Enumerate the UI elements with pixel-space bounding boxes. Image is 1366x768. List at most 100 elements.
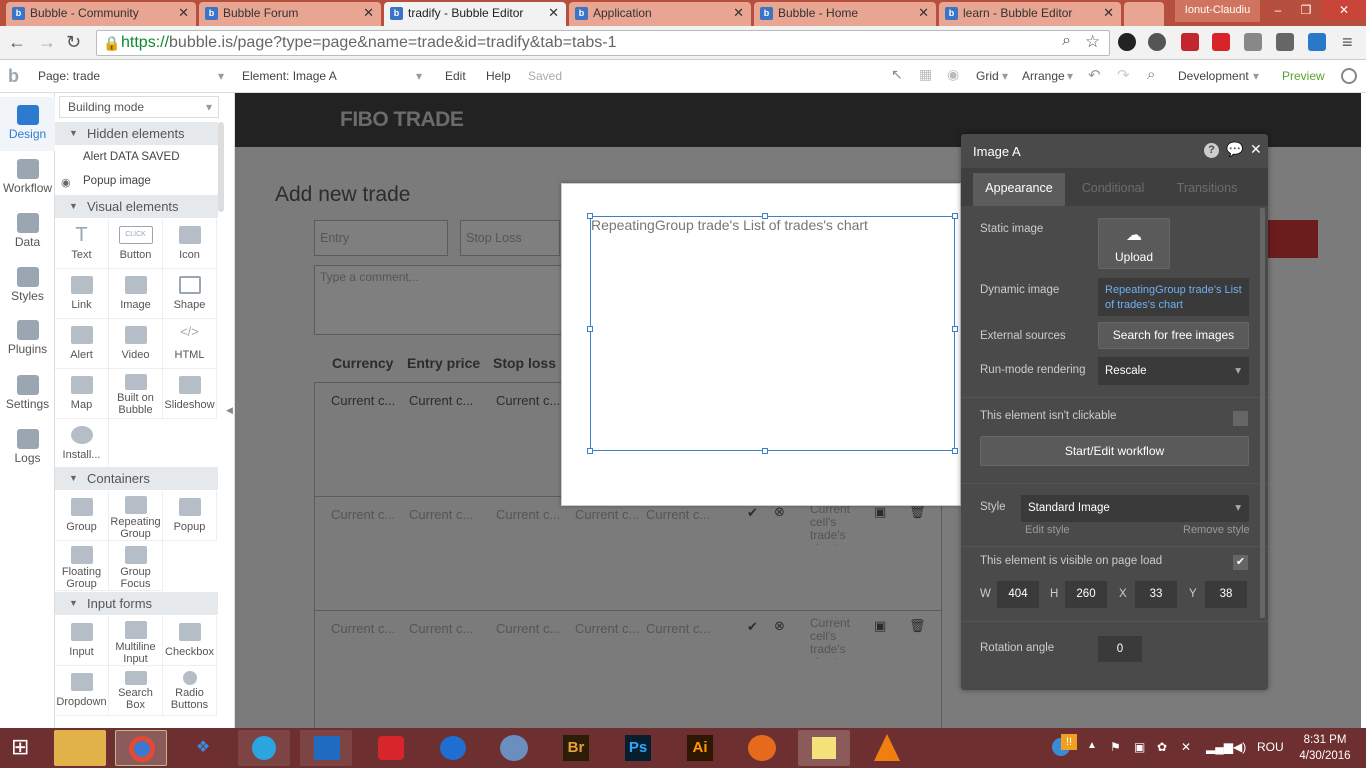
bridge-taskbar-icon[interactable]: Br — [550, 730, 602, 766]
teamviewer-taskbar-icon[interactable] — [426, 730, 478, 766]
close-tab-icon[interactable]: ✕ — [918, 2, 929, 24]
reload-icon[interactable]: ↻ — [66, 32, 81, 53]
rail-logs[interactable]: Logs — [0, 421, 55, 475]
resize-handle[interactable] — [587, 448, 593, 454]
language-indicator[interactable]: ROU — [1257, 740, 1284, 754]
palette-text[interactable]: T Text — [55, 219, 109, 269]
pdf-extension-icon[interactable] — [1181, 33, 1199, 51]
check-icon[interactable]: ✔ — [747, 619, 758, 635]
rail-plugins[interactable]: Plugins — [0, 312, 55, 366]
environment-selector[interactable]: Development — [1178, 69, 1249, 83]
close-tab-icon[interactable]: ✕ — [178, 2, 189, 24]
image-a-selected[interactable]: RepeatingGroup trade's List of trades's … — [590, 216, 955, 451]
cursor-icon[interactable]: ↖ — [891, 66, 903, 83]
dynamic-image-expression[interactable]: RepeatingGroup trade's List of trades's … — [1098, 278, 1249, 316]
clock-time[interactable]: 8:31 PM — [1294, 734, 1356, 746]
stoploss-input[interactable]: Stop Loss — [460, 220, 560, 256]
tray-app-icon[interactable]: ✕ — [1181, 740, 1191, 754]
tab-appearance[interactable]: Appearance — [973, 173, 1065, 206]
resize-handle[interactable] — [762, 213, 768, 219]
close-tab-icon[interactable]: ✕ — [733, 2, 744, 24]
trash-icon[interactable]: 🗑 — [909, 618, 926, 634]
page-selector[interactable]: Page: trade — [38, 69, 100, 83]
palette-radio-buttons[interactable]: Radio Buttons — [163, 666, 217, 716]
windows-start-icon[interactable]: ⊞ — [11, 736, 29, 758]
resize-handle[interactable] — [952, 213, 958, 219]
palette-video[interactable]: Video — [109, 319, 163, 369]
show-hidden-icons[interactable]: ▲ — [1087, 740, 1097, 751]
rail-design[interactable]: Design — [0, 97, 55, 151]
palette-input[interactable]: Input — [55, 616, 109, 666]
browser-tab-active[interactable]: b tradify - Bubble Editor ✕ — [384, 2, 566, 26]
vlc-taskbar-icon[interactable] — [860, 730, 912, 766]
palette-group-focus[interactable]: Group Focus — [109, 541, 163, 591]
palette-checkbox[interactable]: Checkbox — [163, 616, 217, 666]
palette-group[interactable]: Group — [55, 491, 109, 541]
url-input[interactable]: 🔒 https://bubble.is/page?type=page&name=… — [96, 30, 1110, 56]
chrome-taskbar-icon[interactable] — [115, 730, 167, 766]
check-icon[interactable]: ✔ — [747, 505, 758, 521]
delete-circle-icon[interactable]: ⊗ — [774, 504, 785, 520]
entry-input[interactable]: Entry — [314, 220, 448, 256]
comment-input[interactable]: Type a comment... — [314, 265, 562, 335]
illustrator-taskbar-icon[interactable]: Ai — [674, 730, 726, 766]
close-tab-icon[interactable]: ✕ — [548, 2, 559, 24]
browser-tab[interactable]: b Application ✕ — [569, 2, 751, 26]
notification-icon[interactable]: !! — [1061, 734, 1077, 750]
trash-icon[interactable]: 🗑 — [909, 504, 926, 520]
browser-tab[interactable]: b Bubble Forum ✕ — [199, 2, 381, 26]
tray-app-icon[interactable]: ▣ — [1134, 740, 1145, 754]
palette-icon[interactable]: Icon — [163, 219, 217, 269]
save-trade-button[interactable] — [1268, 220, 1318, 258]
palette-image[interactable]: Image — [109, 269, 163, 319]
extension-icon[interactable] — [1308, 33, 1326, 51]
user-avatar-icon[interactable] — [1341, 68, 1357, 84]
comment-icon[interactable]: 💬 — [1226, 141, 1243, 158]
tray-app-icon[interactable]: ✿ — [1157, 740, 1167, 754]
dropbox-extension-icon[interactable] — [1244, 33, 1262, 51]
preview-button[interactable]: Preview — [1282, 69, 1325, 83]
visible-on-load-checkbox[interactable]: ✔ — [1233, 555, 1248, 570]
zoom-icon[interactable]: ⌕ — [1062, 32, 1071, 50]
close-tab-icon[interactable]: ✕ — [363, 2, 374, 24]
palette-repeating-group[interactable]: Repeating Group — [109, 491, 163, 541]
palette-scrollbar[interactable] — [218, 122, 224, 212]
rail-workflow[interactable]: Workflow — [0, 151, 55, 205]
collapse-panel-icon[interactable]: ◀ — [226, 405, 233, 416]
edit-menu[interactable]: Edit — [445, 69, 466, 83]
rail-styles[interactable]: Styles — [0, 259, 55, 313]
resize-handle[interactable] — [587, 326, 593, 332]
delete-circle-icon[interactable]: ⊗ — [774, 618, 785, 634]
resize-handle[interactable] — [952, 326, 958, 332]
palette-slideshow[interactable]: Slideshow — [163, 369, 217, 419]
eye-icon[interactable]: ◉ — [947, 66, 959, 83]
start-edit-workflow-button[interactable]: Start/Edit workflow — [980, 436, 1249, 466]
browser-tab[interactable]: b Bubble - Home ✕ — [754, 2, 936, 26]
photoshop-taskbar-icon[interactable]: Ps — [612, 730, 664, 766]
palette-search-box[interactable]: Search Box — [109, 666, 163, 716]
x-input[interactable]: 33 — [1135, 581, 1177, 608]
redo-icon[interactable]: ↷ — [1117, 66, 1130, 84]
width-input[interactable]: 404 — [997, 581, 1039, 608]
sticky-notes-taskbar-icon[interactable] — [798, 730, 850, 766]
palette-built-on-bubble[interactable]: Built on Bubble — [109, 369, 163, 419]
chrome-menu-icon[interactable]: ≡ — [1342, 32, 1353, 53]
chevron-down-icon[interactable]: ▾ — [218, 69, 224, 83]
tab-transitions[interactable]: Transitions — [1163, 173, 1251, 206]
hidden-element-item[interactable]: Popup image — [83, 175, 151, 187]
bookmark-star-icon[interactable]: ☆ — [1085, 32, 1100, 52]
network-icon[interactable]: ▂▄▆ — [1206, 740, 1233, 754]
rail-settings[interactable]: Settings — [0, 367, 55, 421]
palette-shape[interactable]: Shape — [163, 269, 217, 319]
browser-tab[interactable]: b learn - Bubble Editor ✕ — [939, 2, 1121, 26]
palette-multiline-input[interactable]: Multiline Input — [109, 616, 163, 666]
forward-arrow-icon[interactable]: → — [38, 32, 56, 53]
search-free-images-button[interactable]: Search for free images — [1098, 322, 1249, 349]
qbittorrent-taskbar-icon[interactable] — [488, 730, 540, 766]
palette-popup[interactable]: Popup — [163, 491, 217, 541]
extension-icon[interactable] — [1118, 33, 1136, 51]
grid-layout-icon[interactable]: ▦ — [919, 66, 932, 83]
y-input[interactable]: 38 — [1205, 581, 1247, 608]
hidden-element-item[interactable]: Alert DATA SAVED — [83, 151, 180, 163]
dropbox-taskbar-icon[interactable]: ❖ — [177, 730, 229, 766]
